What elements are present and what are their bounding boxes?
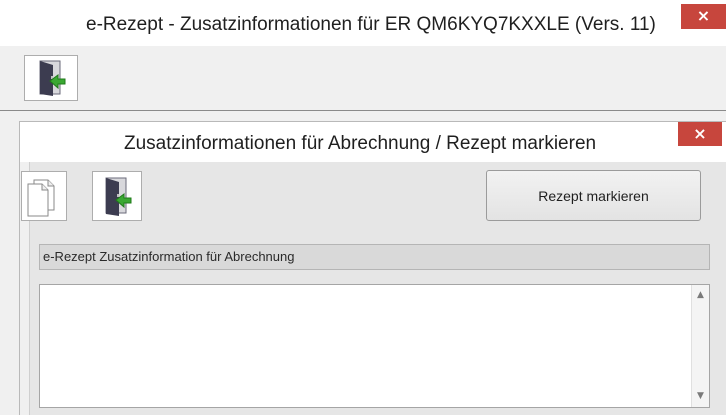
dialog-exit-button[interactable] — [92, 171, 142, 221]
zusatzinformation-textarea[interactable]: ▲ ▼ — [39, 284, 710, 408]
exit-door-icon — [105, 177, 132, 216]
window-close-button[interactable]: × — [681, 4, 726, 29]
dialog-close-button[interactable]: × — [678, 122, 722, 146]
window-title: e-Rezept - Zusatzinformationen für ER QM… — [86, 14, 656, 35]
section-header: e-Rezept Zusatzinformation für Abrechnun… — [39, 244, 710, 270]
window-titlebar: e-Rezept - Zusatzinformationen für ER QM… — [0, 0, 726, 46]
new-document-icon — [27, 179, 55, 217]
scroll-down-icon[interactable]: ▼ — [692, 388, 709, 405]
exit-door-icon — [39, 60, 66, 96]
new-document-button[interactable] — [21, 171, 67, 221]
dialog-titlebar: Zusatzinformationen für Abrechnung / Rez… — [20, 122, 726, 162]
rezept-markieren-button[interactable]: Rezept markieren — [486, 170, 701, 221]
scroll-up-icon[interactable]: ▲ — [692, 287, 709, 304]
window-toolbar — [0, 46, 726, 111]
textarea-scrollbar[interactable]: ▲ ▼ — [691, 285, 709, 407]
window-exit-button[interactable] — [24, 55, 78, 101]
dialog-title: Zusatzinformationen für Abrechnung / Rez… — [124, 133, 597, 154]
